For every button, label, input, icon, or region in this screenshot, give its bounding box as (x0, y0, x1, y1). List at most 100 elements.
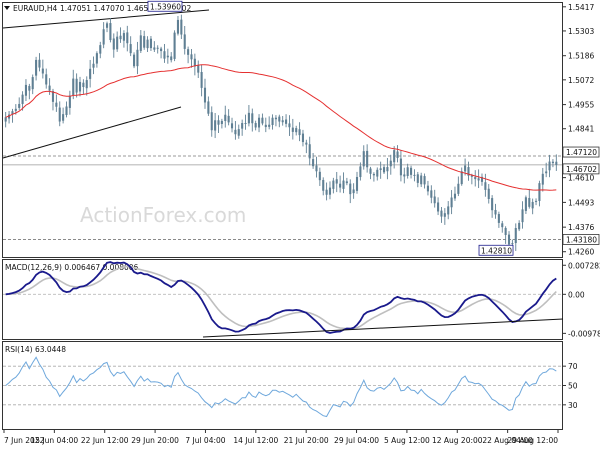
candle-body (545, 171, 548, 174)
candle-body (447, 206, 450, 215)
candle-body (203, 87, 207, 103)
candle-body (197, 65, 200, 73)
candle-body (187, 49, 190, 55)
time-tick-label: 29 Aug 12:00 (507, 436, 558, 445)
candle-body (514, 228, 517, 244)
price-tick-label: 1.4610 (568, 174, 594, 183)
candle-body (305, 142, 308, 145)
macd-tick-label: -0.009787 (568, 329, 600, 338)
candle-body (149, 38, 152, 49)
candle-body (227, 115, 230, 123)
macd-tick-label: 0.00 (568, 290, 585, 299)
candle-body (244, 123, 247, 125)
candle-body (45, 74, 48, 85)
price-tick-label: 1.5417 (568, 3, 594, 12)
candle-body (332, 180, 335, 189)
candle-body (38, 59, 41, 68)
candle-body (254, 123, 257, 128)
time-tick-label: 15 Jun 04:00 (31, 436, 79, 445)
candle-body (264, 124, 267, 128)
candle-body (241, 123, 244, 129)
time-tick-label: 5 Aug 12:00 (384, 436, 430, 445)
candle-body (457, 183, 460, 194)
rsi-tick-label: 50 (568, 382, 578, 391)
price-tick-label: 1.5186 (568, 52, 594, 61)
candle-body (416, 174, 419, 183)
candle-body (494, 209, 497, 215)
candle-body (4, 117, 7, 122)
candle-body (382, 167, 386, 173)
candle-body (538, 183, 541, 201)
candle-body (35, 59, 38, 76)
candle-body (173, 32, 176, 59)
level-tag-label: 1.43180 (566, 235, 597, 244)
candle-body (251, 113, 254, 124)
candle-body (426, 185, 429, 192)
time-tick-label: 22 Jun 12:00 (81, 436, 129, 445)
candle-body (464, 165, 467, 172)
candle-body (230, 123, 234, 129)
candle-body (210, 112, 213, 131)
candle-body (82, 82, 85, 88)
candle-body (234, 129, 237, 135)
candle-body (487, 188, 490, 200)
candle-body (109, 23, 112, 41)
candle-body (92, 63, 95, 68)
candle-body (403, 174, 406, 177)
candle-body (396, 151, 399, 158)
candle-body (237, 129, 240, 136)
candle-body (278, 116, 281, 122)
candle-body (62, 114, 65, 121)
candle-body (433, 196, 436, 204)
candle-body (136, 49, 139, 67)
candle-body (308, 144, 311, 159)
price-annotation-label: 1.42810 (481, 246, 512, 255)
candle-body (366, 150, 369, 168)
candle-body (257, 117, 261, 128)
candle-body (85, 80, 88, 89)
candle-body (217, 120, 220, 125)
candle-body (291, 127, 294, 132)
candle-body (65, 106, 68, 116)
candle-body (24, 84, 28, 96)
candle-body (301, 133, 305, 143)
candle-body (75, 78, 78, 93)
candle-body (355, 176, 359, 191)
candle-body (342, 180, 345, 189)
candle-body (55, 102, 58, 107)
candle-body (450, 197, 453, 208)
time-tick-label: 14 Jul 12:00 (233, 436, 278, 445)
candle-body (460, 171, 463, 185)
candle-body (534, 200, 538, 202)
candle-body (423, 176, 426, 185)
candle-body (281, 120, 284, 123)
candle-body (345, 181, 348, 184)
candle-body (160, 48, 163, 52)
candle-body (453, 193, 457, 199)
candle-body (72, 78, 75, 96)
candle-body (379, 168, 382, 171)
time-tick-label: 7 Jul 04:00 (185, 436, 225, 445)
candle-body (18, 103, 21, 108)
candle-body (389, 160, 392, 167)
candle-body (312, 159, 315, 167)
candle-body (339, 183, 342, 188)
candle-body (541, 173, 544, 185)
candle-body (491, 198, 494, 211)
candle-body (507, 234, 511, 245)
candle-body (112, 38, 115, 50)
candle-body (521, 209, 524, 223)
candle-body (288, 123, 291, 128)
candle-body (349, 183, 352, 195)
candle-body (359, 166, 362, 178)
candle-body (180, 19, 183, 35)
candle-body (511, 243, 514, 245)
candle-body (437, 202, 440, 212)
candle-body (413, 174, 416, 176)
candle-body (126, 32, 129, 44)
candle-body (261, 117, 264, 124)
candle-body (335, 179, 338, 184)
candle-body (497, 214, 500, 223)
candle-body (105, 23, 109, 28)
candle-body (406, 167, 409, 176)
